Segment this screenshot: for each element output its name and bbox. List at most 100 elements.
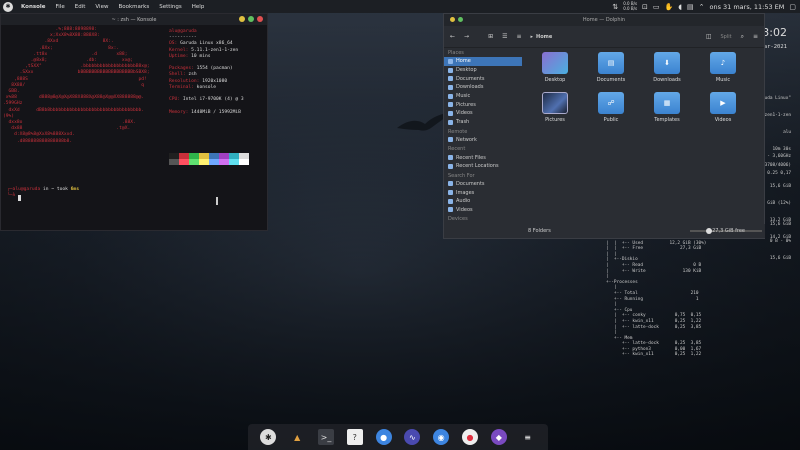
zoom-slider-knob[interactable]: [706, 228, 712, 234]
places-item-documents[interactable]: Documents: [444, 74, 522, 83]
display-icon[interactable]: ▭: [653, 3, 660, 11]
conky-line: 15,6 GiB: [769, 255, 791, 261]
places-item-audio[interactable]: Audio: [444, 197, 522, 206]
pictures-icon: [448, 102, 453, 108]
places-section-header: Search For: [448, 172, 475, 179]
info-value: 1554 (pacman): [193, 66, 233, 72]
garuda-logo-icon[interactable]: ✱: [3, 1, 13, 12]
terminal-area[interactable]: .%;888:8898898: x;XxX8%8X88:888X8: .8Xxd…: [1, 25, 267, 232]
folder-downloads[interactable]: ⬇ Downloads: [642, 52, 692, 83]
recent-locations-icon: [448, 163, 453, 169]
menu-bookmarks[interactable]: Bookmarks: [113, 4, 154, 10]
menu-view[interactable]: View: [90, 4, 113, 10]
folder-label: Music: [715, 77, 731, 83]
conky-tree-line: | +-- Write 130 KiB: [606, 268, 702, 274]
record-icon[interactable]: ●: [461, 429, 478, 445]
minimize-button[interactable]: [450, 17, 455, 22]
folder-templates[interactable]: ▦ Templates: [642, 92, 692, 123]
network-speed-icon: ⇅: [612, 2, 619, 11]
dolphin-titlebar[interactable]: Home — Dolphin: [444, 14, 764, 26]
konsole-window[interactable]: ~ : zsh — Konsole .%;888:8898898: x;XxX8…: [0, 13, 268, 231]
maximize-button[interactable]: [248, 16, 254, 22]
free-space: 27,3 GiB free: [712, 228, 745, 234]
screenshot-icon[interactable]: ⊡: [642, 3, 648, 11]
menu-help[interactable]: Help: [187, 4, 210, 10]
dragon-icon[interactable]: ◆: [490, 429, 507, 445]
status-bar: 8 Folders 27,3 GiB free: [522, 224, 765, 238]
places-section-header: Recent: [448, 146, 466, 153]
places-item-videos[interactable]: Videos: [444, 109, 522, 118]
folder-videos[interactable]: ▶ Videos: [698, 92, 748, 123]
split-icon[interactable]: ◫: [706, 33, 712, 40]
menu-settings[interactable]: Settings: [154, 4, 187, 10]
info-key: Shell:: [169, 72, 186, 78]
text-cursor: [18, 195, 21, 201]
folder-pictures[interactable]: Pictures: [530, 92, 580, 123]
places-item-desktop[interactable]: Desktop: [444, 66, 522, 75]
konsole-title: ~ : zsh — Konsole: [111, 16, 157, 23]
places-item-music[interactable]: Music: [444, 92, 522, 101]
close-button[interactable]: [257, 16, 263, 22]
maximize-button[interactable]: [458, 17, 463, 22]
places-section-header: Places: [448, 50, 464, 56]
info-key: Kernel:: [169, 47, 189, 53]
hand-icon[interactable]: ✋: [665, 3, 674, 11]
places-section-header: Remote: [448, 128, 468, 135]
volume-icon[interactable]: ◖: [678, 3, 682, 11]
places-item-images[interactable]: Images: [444, 188, 522, 197]
folder-desktop[interactable]: Desktop: [530, 52, 580, 83]
conky-tree-line: | | +-- Free 27,3 GiB: [606, 246, 702, 252]
monitor-icon[interactable]: ∿: [404, 429, 421, 445]
konsole-titlebar[interactable]: ~ : zsh — Konsole: [1, 14, 267, 25]
folder-documents[interactable]: ▤ Documents: [586, 52, 636, 83]
places-item-label: Desktop: [456, 67, 477, 74]
places-item-recent-files[interactable]: Recent Files: [444, 153, 522, 162]
minimize-button[interactable]: [239, 16, 245, 22]
dolphin-window[interactable]: Home — Dolphin ← → ⊞ ☰ ≡ ▸ Home ◫ Split ⌕…: [443, 13, 765, 239]
menu-edit[interactable]: Edit: [70, 4, 91, 10]
terminal-icon[interactable]: >_: [317, 429, 334, 445]
places-item-label: Videos: [456, 206, 473, 213]
places-item-home[interactable]: Home: [444, 57, 522, 66]
back-icon[interactable]: ←: [450, 33, 455, 40]
conky-tree-line: +-- Running 1: [606, 296, 699, 302]
conky-tree-line: +-- kwin_x11 0,25 1,22: [606, 352, 702, 358]
browser-icon[interactable]: ●: [375, 429, 392, 445]
toggle-icon[interactable]: ◉: [433, 429, 450, 445]
compact-view-icon[interactable]: ☰: [502, 33, 507, 40]
forward-icon[interactable]: →: [464, 33, 469, 40]
breadcrumb[interactable]: ▸ Home: [531, 34, 553, 40]
breadcrumb-home[interactable]: Home: [536, 34, 552, 40]
hamburger-menu-icon[interactable]: ≡: [753, 33, 758, 40]
info-key: Packages:: [169, 66, 194, 72]
status-count: 8 Folders: [528, 228, 551, 234]
folder-label: Pictures: [545, 117, 565, 123]
places-item-documents[interactable]: Documents: [444, 180, 522, 189]
places-item-videos[interactable]: Videos: [444, 206, 522, 215]
places-item-trash[interactable]: Trash: [444, 118, 522, 127]
menu-file[interactable]: File: [51, 4, 70, 10]
arch-icon[interactable]: ▲: [289, 429, 305, 445]
clock[interactable]: ons 31 mars, 11:53 EM: [709, 3, 784, 11]
pictures-folder-icon: [542, 92, 568, 114]
documents-icon: [448, 181, 453, 187]
help-icon[interactable]: ?: [346, 429, 363, 445]
icons-view-icon[interactable]: ⊞: [488, 33, 493, 40]
split-button[interactable]: Split: [721, 34, 732, 40]
folder-music[interactable]: ♪ Music: [698, 52, 748, 83]
notifications-icon[interactable]: ▢: [789, 3, 796, 11]
places-item-network[interactable]: Network: [444, 136, 522, 145]
places-item-label: Documents: [456, 180, 485, 187]
details-view-icon[interactable]: ≡: [516, 33, 521, 40]
places-item-label: Images: [456, 189, 475, 196]
places-item-recent-locations[interactable]: Recent Locations: [444, 162, 522, 171]
places-item-downloads[interactable]: Downloads: [444, 83, 522, 92]
expand-tray-icon[interactable]: ⌃: [699, 3, 705, 11]
menu-icon[interactable]: ≡: [520, 429, 536, 445]
clipboard-icon[interactable]: ▤: [687, 3, 694, 11]
folder-public[interactable]: ☍ Public: [586, 92, 636, 123]
search-icon[interactable]: ⌕: [741, 33, 744, 41]
places-item-pictures[interactable]: Pictures: [444, 100, 522, 109]
network-icon: [448, 137, 453, 143]
garuda-icon[interactable]: ✱: [260, 429, 277, 445]
